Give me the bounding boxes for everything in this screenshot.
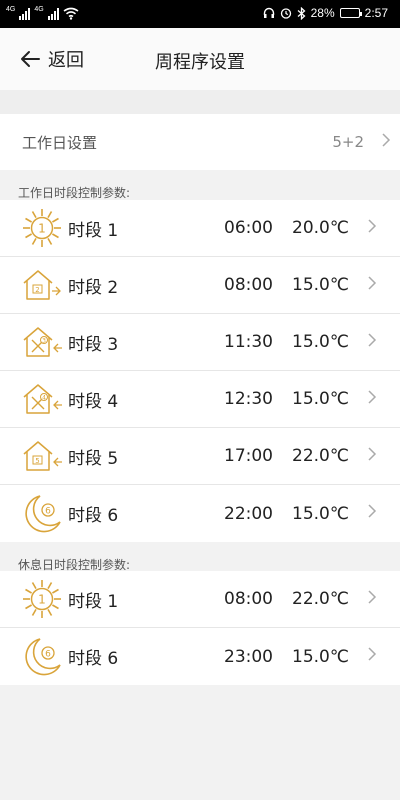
spacer <box>0 90 400 114</box>
period-label: 时段 3 <box>68 334 119 355</box>
period-time: 12:30 <box>224 389 273 409</box>
workday-period-list: 1 时段 1 06:00 20.0℃ 2 时段 2 08:00 15.0℃ 3 … <box>0 200 400 542</box>
network-tag-1: 4G <box>6 6 16 13</box>
chevron-right-icon <box>358 589 386 610</box>
svg-text:1: 1 <box>38 593 46 607</box>
arrow-left-icon <box>21 51 40 67</box>
period-label: 时段 4 <box>68 391 119 412</box>
svg-text:3: 3 <box>42 338 46 345</box>
period-time: 22:00 <box>224 503 273 524</box>
status-left: 4G 4G <box>6 6 79 20</box>
signal-icon <box>47 6 59 20</box>
period-time: 06:00 <box>224 218 273 238</box>
svg-text:6: 6 <box>45 506 51 516</box>
house-meal-icon: 4 <box>20 377 64 421</box>
back-label: 返回 <box>48 50 84 71</box>
svg-text:1: 1 <box>38 222 46 236</box>
battery-percent: 28% <box>310 6 335 20</box>
wifi-icon <box>63 7 79 20</box>
chevron-right-icon <box>358 503 386 524</box>
period-row[interactable]: 3 时段 3 11:30 15.0℃ <box>0 314 400 371</box>
moon-icon: 6 <box>20 635 64 679</box>
period-temp: 15.0℃ <box>292 503 349 524</box>
period-row[interactable]: 2 时段 2 08:00 15.0℃ <box>0 257 400 314</box>
moon-icon: 6 <box>20 492 64 536</box>
period-label: 时段 5 <box>68 448 119 469</box>
network-tag-2: 4G <box>34 6 44 13</box>
restday-section-header: 休息日时段控制参数: <box>18 558 131 572</box>
svg-text:4: 4 <box>42 395 46 402</box>
house-leave-icon: 2 <box>20 263 64 307</box>
svg-text:5: 5 <box>35 457 39 465</box>
chevron-right-icon <box>358 646 386 667</box>
period-temp: 22.0℃ <box>292 446 349 466</box>
period-temp: 15.0℃ <box>292 275 349 295</box>
period-temp: 20.0℃ <box>292 218 349 238</box>
period-label: 时段 6 <box>68 506 119 526</box>
svg-text:6: 6 <box>45 649 51 659</box>
bluetooth-icon <box>297 6 306 20</box>
house-return-icon: 5 <box>20 434 64 478</box>
period-time: 08:00 <box>224 589 273 609</box>
signal-icon <box>19 6 31 20</box>
status-right: 28% 2:57 <box>263 6 388 20</box>
chevron-right-icon <box>358 446 386 467</box>
period-row[interactable]: 6 时段 6 22:00 15.0℃ <box>0 485 400 542</box>
period-row[interactable]: 1 时段 1 08:00 22.0℃ <box>0 571 400 628</box>
period-temp: 15.0℃ <box>292 332 349 352</box>
battery-icon <box>339 8 362 18</box>
workday-setting-row[interactable]: 工作日设置 5+2 <box>0 114 400 170</box>
chevron-right-icon <box>358 389 386 410</box>
sun-icon: 1 <box>20 577 64 621</box>
period-temp: 15.0℃ <box>292 389 349 409</box>
back-button[interactable]: 返回 <box>20 46 84 72</box>
svg-text:2: 2 <box>35 286 39 294</box>
period-time: 11:30 <box>224 332 273 352</box>
period-time: 17:00 <box>224 446 273 466</box>
clock: 2:57 <box>364 6 388 20</box>
house-meal-icon: 3 <box>20 320 64 364</box>
chevron-right-icon <box>372 132 400 153</box>
chevron-right-icon <box>358 275 386 296</box>
period-row[interactable]: 5 时段 5 17:00 22.0℃ <box>0 428 400 485</box>
period-time: 08:00 <box>224 275 273 295</box>
period-temp: 22.0℃ <box>292 589 349 609</box>
headphones-icon <box>263 7 274 18</box>
period-row[interactable]: 1 时段 1 06:00 20.0℃ <box>0 200 400 257</box>
workday-setting-label: 工作日设置 <box>22 133 98 152</box>
restday-period-list: 1 时段 1 08:00 22.0℃ 6 时段 6 23:00 15.0℃ <box>0 571 400 685</box>
period-label: 时段 1 <box>68 220 119 241</box>
period-temp: 15.0℃ <box>292 646 349 667</box>
chevron-right-icon <box>358 332 386 353</box>
period-row[interactable]: 6 时段 6 23:00 15.0℃ <box>0 628 400 685</box>
sun-icon: 1 <box>20 206 64 250</box>
alarm-icon <box>280 8 291 19</box>
period-label: 时段 6 <box>68 649 119 669</box>
nav-bar: 周程序设置 返回 <box>0 28 400 90</box>
period-time: 23:00 <box>224 646 273 667</box>
period-row[interactable]: 4 时段 4 12:30 15.0℃ <box>0 371 400 428</box>
chevron-right-icon <box>358 218 386 239</box>
workday-setting-value: 5+2 <box>332 133 364 151</box>
period-label: 时段 2 <box>68 277 119 298</box>
status-bar: 4G 4G 28% 2:57 <box>0 0 400 28</box>
period-label: 时段 1 <box>68 591 119 612</box>
workday-section-header: 工作日时段控制参数: <box>18 186 131 200</box>
